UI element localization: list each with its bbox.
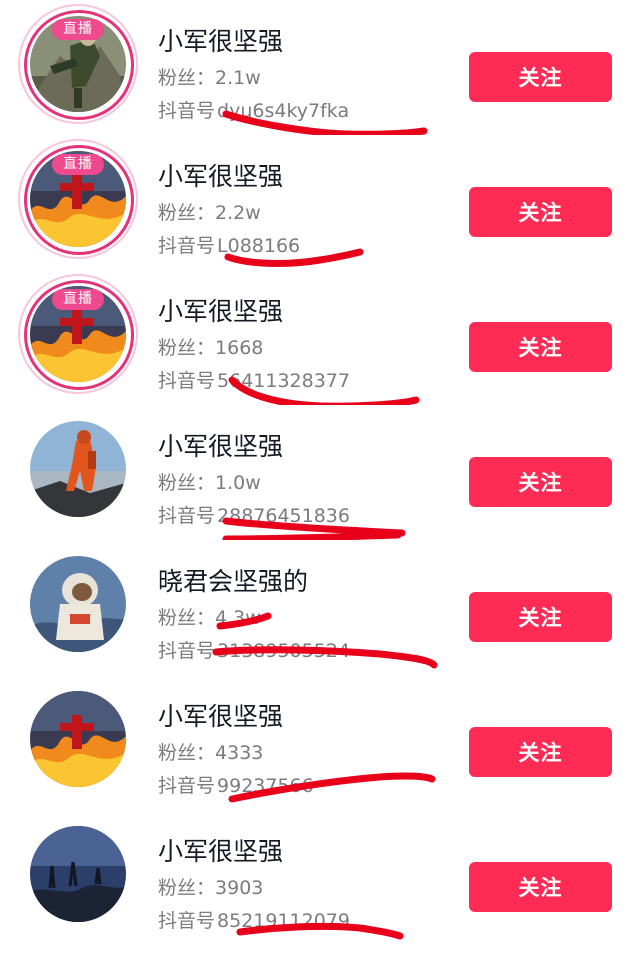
- avatar: [30, 826, 126, 922]
- avatar-container[interactable]: [30, 556, 126, 652]
- douyin-id-value: dyu6s4ky7fka: [217, 100, 350, 122]
- follow-button[interactable]: 关注: [469, 457, 612, 507]
- username: 小军很坚强: [158, 297, 284, 326]
- fan-count: 粉丝：1668: [158, 334, 263, 362]
- fans-label: 粉丝：: [158, 202, 216, 224]
- douyin-id-label: 抖音号: [158, 505, 216, 527]
- douyin-id: 抖音号 99237566: [158, 772, 314, 800]
- avatar: [30, 556, 126, 652]
- live-badge: 直播: [52, 289, 104, 310]
- fans-label: 粉丝：: [158, 67, 216, 89]
- astronaut-avatar-icon: [30, 556, 126, 652]
- avatar-container[interactable]: [30, 421, 126, 517]
- fan-count: 粉丝：1.0w: [158, 469, 261, 497]
- username: 小军很坚强: [158, 27, 284, 56]
- douyin-id-value: L088166: [217, 235, 301, 257]
- live-badge: 直播: [52, 19, 104, 40]
- follow-button[interactable]: 关注: [469, 52, 612, 102]
- fans-value: 4333: [215, 742, 264, 764]
- douyin-id-label: 抖音号: [158, 235, 216, 257]
- douyin-id: 抖音号 31389505524: [158, 637, 350, 665]
- user-row[interactable]: 小军很坚强 粉丝：3903 抖音号 85219112079 关注: [0, 810, 640, 945]
- douyin-id-label: 抖音号: [158, 775, 216, 797]
- douyin-id-value: 56411328377: [217, 370, 350, 392]
- fan-count: 粉丝：2.2w: [158, 199, 261, 227]
- avatar-container[interactable]: 直播: [18, 274, 138, 394]
- douyin-id: 抖音号 56411328377: [158, 367, 350, 395]
- douyin-id-label: 抖音号: [158, 640, 216, 662]
- firefighter-avatar-icon: [30, 421, 126, 517]
- fan-count: 粉丝：2.1w: [158, 64, 261, 92]
- avatar-container[interactable]: [30, 826, 126, 922]
- user-row[interactable]: 直播 小军很坚强 粉丝：2.1w 抖音号 dyu6s4ky7fka 关注: [0, 0, 640, 135]
- douyin-id-value: 28876451836: [217, 505, 350, 527]
- douyin-id: 抖音号 L088166: [158, 232, 300, 260]
- user-row[interactable]: 直播 小军很坚强 粉丝：1668 抖音号 56411328377 关注: [0, 270, 640, 405]
- follow-button[interactable]: 关注: [469, 592, 612, 642]
- username: 晓君会坚强的: [158, 567, 309, 596]
- username: 小军很坚强: [158, 837, 284, 866]
- fan-count: 粉丝：4333: [158, 739, 263, 767]
- flames-avatar-icon: [30, 691, 126, 787]
- avatar: [30, 691, 126, 787]
- douyin-id: 抖音号 dyu6s4ky7fka: [158, 97, 349, 125]
- fans-value: 1.0w: [215, 472, 261, 494]
- fans-label: 粉丝：: [158, 607, 216, 629]
- douyin-id: 抖音号 28876451836: [158, 502, 350, 530]
- avatar-container[interactable]: [30, 691, 126, 787]
- avatar-container[interactable]: 直播: [18, 4, 138, 124]
- fans-label: 粉丝：: [158, 337, 216, 359]
- fans-value: 2.2w: [215, 202, 261, 224]
- username: 小军很坚强: [158, 162, 284, 191]
- fan-count: 粉丝：4.3w: [158, 604, 261, 632]
- fans-value: 3903: [215, 877, 264, 899]
- follow-button[interactable]: 关注: [469, 322, 612, 372]
- douyin-id-label: 抖音号: [158, 100, 216, 122]
- fans-label: 粉丝：: [158, 742, 216, 764]
- user-row[interactable]: 小军很坚强 粉丝：1.0w 抖音号 28876451836 关注: [0, 405, 640, 540]
- douyin-id-label: 抖音号: [158, 370, 216, 392]
- fans-label: 粉丝：: [158, 877, 216, 899]
- follow-button[interactable]: 关注: [469, 727, 612, 777]
- user-search-results: 直播 小军很坚强 粉丝：2.1w 抖音号 dyu6s4ky7fka 关注 直播 …: [0, 0, 640, 971]
- username: 小军很坚强: [158, 702, 284, 731]
- username: 小军很坚强: [158, 432, 284, 461]
- douyin-id: 抖音号 85219112079: [158, 907, 350, 935]
- live-badge: 直播: [52, 154, 104, 175]
- douyin-id-value: 99237566: [217, 775, 314, 797]
- follow-button[interactable]: 关注: [469, 187, 612, 237]
- fans-label: 粉丝：: [158, 472, 216, 494]
- douyin-id-label: 抖音号: [158, 910, 216, 932]
- user-row[interactable]: 直播 小军很坚强 粉丝：2.2w 抖音号 L088166 关注: [0, 135, 640, 270]
- douyin-id-value: 31389505524: [217, 640, 350, 662]
- fans-value: 2.1w: [215, 67, 261, 89]
- fans-value: 4.3w: [215, 607, 261, 629]
- fans-value: 1668: [215, 337, 264, 359]
- user-row[interactable]: 小军很坚强 粉丝：4333 抖音号 99237566 关注: [0, 675, 640, 810]
- douyin-id-value: 85219112079: [217, 910, 350, 932]
- follow-button[interactable]: 关注: [469, 862, 612, 912]
- night-landscape-avatar-icon: [30, 826, 126, 922]
- avatar: [30, 421, 126, 517]
- user-row[interactable]: 晓君会坚强的 粉丝：4.3w 抖音号 31389505524 关注: [0, 540, 640, 675]
- avatar-container[interactable]: 直播: [18, 139, 138, 259]
- fan-count: 粉丝：3903: [158, 874, 263, 902]
